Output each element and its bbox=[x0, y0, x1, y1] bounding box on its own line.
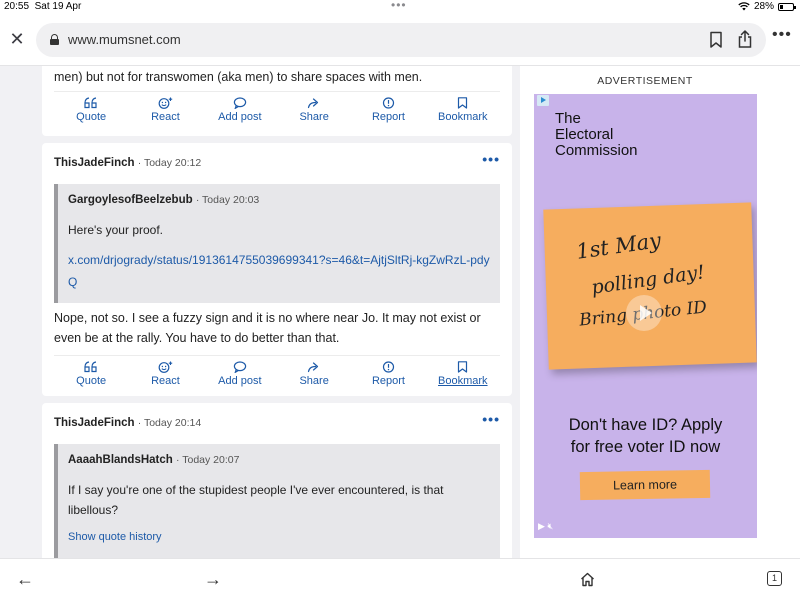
ad-headline: Don't have ID? Apply for free voter ID n… bbox=[568, 416, 723, 456]
quoted-post: AaaahBlandsHatch · Today 20:07 If I say … bbox=[54, 444, 500, 558]
battery-percent: 28% bbox=[753, 1, 774, 12]
back-icon[interactable]: ← bbox=[16, 569, 34, 590]
multitasking-dots-icon[interactable]: ••• bbox=[391, 0, 407, 12]
add-post-button[interactable]: Add post bbox=[203, 356, 277, 393]
bookmark-button[interactable]: Bookmark bbox=[426, 356, 500, 393]
browser-bar: ✕ www.mumsnet.com ••• bbox=[0, 14, 800, 66]
address-bar[interactable]: www.mumsnet.com ••• bbox=[36, 23, 791, 57]
react-icon bbox=[158, 361, 173, 373]
wifi-icon bbox=[738, 2, 750, 11]
play-icon[interactable] bbox=[626, 295, 662, 331]
quote-time: · Today 20:07 bbox=[176, 454, 240, 466]
post-author[interactable]: ThisJadeFinch bbox=[54, 157, 135, 169]
post-actions: Quote React Add post Share Report Bookma… bbox=[54, 91, 500, 129]
share-icon[interactable] bbox=[736, 29, 754, 49]
home-icon[interactable] bbox=[580, 572, 595, 587]
forward-icon[interactable]: → bbox=[204, 569, 222, 590]
alert-icon bbox=[382, 97, 395, 109]
quote-text: Here's your proof. bbox=[68, 223, 163, 237]
speech-bubble-icon bbox=[233, 97, 247, 109]
post-header: ThisJadeFinch · Today 20:12 bbox=[54, 157, 201, 169]
bookmark-icon bbox=[458, 361, 468, 373]
close-icon[interactable]: ✕ bbox=[8, 30, 26, 48]
tabs-button[interactable]: 1 bbox=[767, 571, 782, 586]
react-button[interactable]: React bbox=[128, 356, 202, 393]
post-card: men) but not for transwomen (aka men) to… bbox=[42, 66, 512, 136]
share-button[interactable]: Share bbox=[277, 356, 351, 393]
post-more-icon[interactable]: ••• bbox=[482, 411, 500, 427]
post-more-icon[interactable]: ••• bbox=[482, 151, 500, 167]
quote-button[interactable]: Quote bbox=[54, 356, 128, 393]
react-button[interactable]: React bbox=[128, 92, 202, 129]
lock-icon bbox=[50, 34, 59, 45]
post-card: ThisJadeFinch · Today 20:14 ••• AaaahBla… bbox=[42, 403, 512, 558]
post-card: ThisJadeFinch · Today 20:12 ••• Gargoyle… bbox=[42, 143, 512, 396]
share-arrow-icon bbox=[308, 98, 319, 109]
url-text[interactable]: www.mumsnet.com bbox=[68, 32, 181, 47]
learn-more-button[interactable]: Learn more bbox=[579, 469, 711, 501]
sidebar: ADVERTISEMENT The Electoral Commission 1… bbox=[520, 66, 800, 558]
post-text: men) but not for transwomen (aka men) to… bbox=[54, 70, 423, 84]
bookmark-icon[interactable] bbox=[708, 31, 724, 49]
quote-text: If I say you're one of the stupidest peo… bbox=[68, 483, 444, 517]
report-button[interactable]: Report bbox=[351, 92, 425, 129]
post-body: Nope, not so. I see a fuzzy sign and it … bbox=[54, 311, 481, 345]
react-icon bbox=[158, 97, 173, 109]
status-bar: 20:55 Sat 19 Apr ••• 28% bbox=[0, 0, 800, 14]
post-time: · Today 20:12 bbox=[137, 157, 202, 169]
add-post-button[interactable]: Add post bbox=[203, 92, 277, 129]
post-time: · Today 20:14 bbox=[137, 417, 202, 429]
more-options-icon[interactable]: ••• bbox=[772, 26, 792, 44]
speech-bubble-icon bbox=[233, 361, 247, 373]
post-actions: Quote React Add post Share Report Bookma… bbox=[54, 355, 500, 393]
show-quote-history-link[interactable]: Show quote history bbox=[68, 531, 490, 543]
quoted-post: GargoylesofBeelzebub · Today 20:03 Here'… bbox=[54, 184, 500, 303]
quote-header: GargoylesofBeelzebub · Today 20:03 bbox=[68, 194, 490, 206]
quote-icon bbox=[84, 361, 97, 373]
quote-link[interactable]: x.com/drjogrady/status/19136147550396993… bbox=[68, 249, 490, 293]
share-button[interactable]: Share bbox=[277, 92, 351, 129]
battery-icon bbox=[778, 2, 796, 11]
advertisement[interactable]: The Electoral Commission 1st May polling… bbox=[534, 94, 757, 538]
bookmark-button[interactable]: Bookmark bbox=[426, 92, 500, 129]
post-author[interactable]: ThisJadeFinch bbox=[54, 417, 135, 429]
quote-button[interactable]: Quote bbox=[54, 92, 128, 129]
page-content: men) but not for transwomen (aka men) to… bbox=[0, 66, 800, 558]
share-arrow-icon bbox=[308, 362, 319, 373]
play-small-icon[interactable]: ▶ bbox=[538, 521, 545, 531]
mute-icon[interactable]: 🔇︎ bbox=[547, 521, 553, 531]
report-button[interactable]: Report bbox=[351, 356, 425, 393]
post-header: ThisJadeFinch · Today 20:14 bbox=[54, 417, 201, 429]
quote-header: AaaahBlandsHatch · Today 20:07 bbox=[68, 454, 490, 466]
advertisement-label: ADVERTISEMENT bbox=[597, 75, 693, 87]
quote-icon bbox=[84, 97, 97, 109]
video-controls: ▶ 🔇︎ bbox=[538, 521, 553, 532]
bottom-toolbar: ← → 1 bbox=[0, 558, 800, 600]
status-time: 20:55 Sat 19 Apr bbox=[4, 1, 82, 12]
status-right: 28% bbox=[738, 1, 796, 12]
quote-author: GargoylesofBeelzebub bbox=[68, 194, 193, 206]
ad-brand: The Electoral Commission bbox=[555, 110, 638, 159]
quote-time: · Today 20:03 bbox=[195, 194, 260, 206]
bookmark-icon bbox=[458, 97, 468, 109]
alert-icon bbox=[382, 361, 395, 373]
quote-author: AaaahBlandsHatch bbox=[68, 454, 173, 466]
adchoices-icon[interactable] bbox=[537, 95, 549, 106]
